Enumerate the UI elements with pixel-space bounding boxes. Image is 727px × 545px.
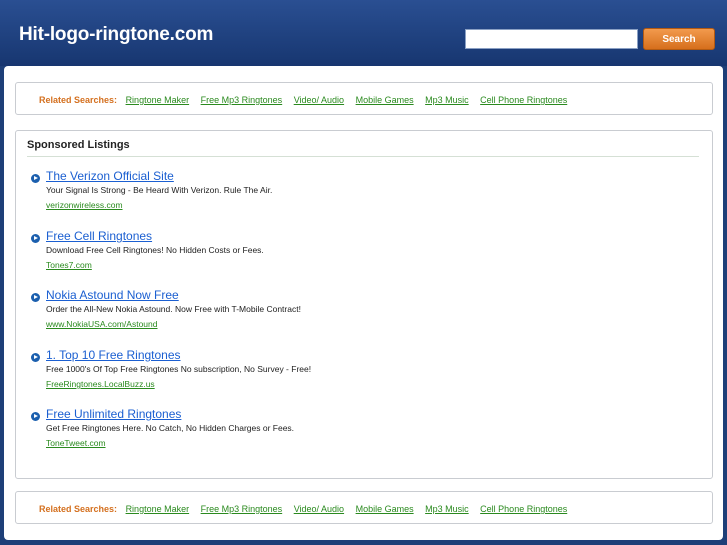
related-link-cell-phone-ringtones[interactable]: Cell Phone Ringtones bbox=[480, 95, 567, 105]
related-link-free-mp3-ringtones[interactable]: Free Mp3 Ringtones bbox=[201, 95, 283, 105]
site-title[interactable]: Hit-logo-ringtone.com bbox=[19, 24, 213, 46]
listing-description: Your Signal Is Strong - Be Heard With Ve… bbox=[46, 185, 273, 195]
listing-url-link[interactable]: verizonwireless.com bbox=[46, 200, 123, 210]
listing-title-link[interactable]: Free Unlimited Ringtones bbox=[46, 407, 181, 421]
related-link-mp3-music[interactable]: Mp3 Music bbox=[425, 504, 469, 514]
related-searches-bottom: Related Searches: Ringtone Maker Free Mp… bbox=[15, 491, 713, 524]
arrow-bullet-icon bbox=[31, 353, 40, 362]
related-link-ringtone-maker[interactable]: Ringtone Maker bbox=[126, 95, 190, 105]
search-input[interactable] bbox=[465, 29, 638, 49]
related-link-mobile-games[interactable]: Mobile Games bbox=[356, 504, 414, 514]
related-link-ringtone-maker[interactable]: Ringtone Maker bbox=[126, 504, 190, 514]
listing-description: Free 1000's Of Top Free Ringtones No sub… bbox=[46, 364, 312, 374]
related-link-video-audio[interactable]: Video/ Audio bbox=[294, 95, 344, 105]
listing-url-link[interactable]: www.NokiaUSA.com/Astound bbox=[46, 319, 158, 329]
listing-url-link[interactable]: ToneTweet.com bbox=[46, 438, 106, 448]
related-searches-row: Related Searches: Ringtone Maker Free Mp… bbox=[39, 95, 576, 105]
listing-title-link[interactable]: Free Cell Ringtones bbox=[46, 229, 152, 243]
arrow-bullet-icon bbox=[31, 412, 40, 421]
related-link-cell-phone-ringtones[interactable]: Cell Phone Ringtones bbox=[480, 504, 567, 514]
listing-url-link[interactable]: Tones7.com bbox=[46, 260, 92, 270]
listing-description: Get Free Ringtones Here. No Catch, No Hi… bbox=[46, 423, 295, 433]
listing-title-link[interactable]: 1. Top 10 Free Ringtones bbox=[46, 348, 181, 362]
search-button[interactable]: Search bbox=[643, 28, 715, 50]
listing-title-link[interactable]: Nokia Astound Now Free bbox=[46, 288, 179, 302]
related-link-mp3-music[interactable]: Mp3 Music bbox=[425, 95, 469, 105]
divider bbox=[27, 156, 699, 157]
related-searches-label: Related Searches: bbox=[39, 95, 118, 105]
related-searches-top: Related Searches: Ringtone Maker Free Mp… bbox=[15, 82, 713, 115]
sponsored-listings: Sponsored Listings The Verizon Official … bbox=[15, 130, 713, 479]
arrow-bullet-icon bbox=[31, 293, 40, 302]
main-content: Related Searches: Ringtone Maker Free Mp… bbox=[4, 66, 723, 540]
arrow-bullet-icon bbox=[31, 174, 40, 183]
related-link-video-audio[interactable]: Video/ Audio bbox=[294, 504, 344, 514]
related-link-free-mp3-ringtones[interactable]: Free Mp3 Ringtones bbox=[201, 504, 283, 514]
sponsored-listings-title: Sponsored Listings bbox=[27, 139, 130, 151]
related-searches-row: Related Searches: Ringtone Maker Free Mp… bbox=[39, 504, 576, 514]
listing-description: Download Free Cell Ringtones! No Hidden … bbox=[46, 245, 264, 255]
related-searches-label: Related Searches: bbox=[39, 504, 118, 514]
arrow-bullet-icon bbox=[31, 234, 40, 243]
header: Hit-logo-ringtone.com Search bbox=[0, 0, 727, 66]
listing-title-link[interactable]: The Verizon Official Site bbox=[46, 169, 174, 183]
listing-url-link[interactable]: FreeRingtones.LocalBuzz.us bbox=[46, 379, 155, 389]
listing-description: Order the All-New Nokia Astound. Now Fre… bbox=[46, 304, 301, 314]
related-link-mobile-games[interactable]: Mobile Games bbox=[356, 95, 414, 105]
